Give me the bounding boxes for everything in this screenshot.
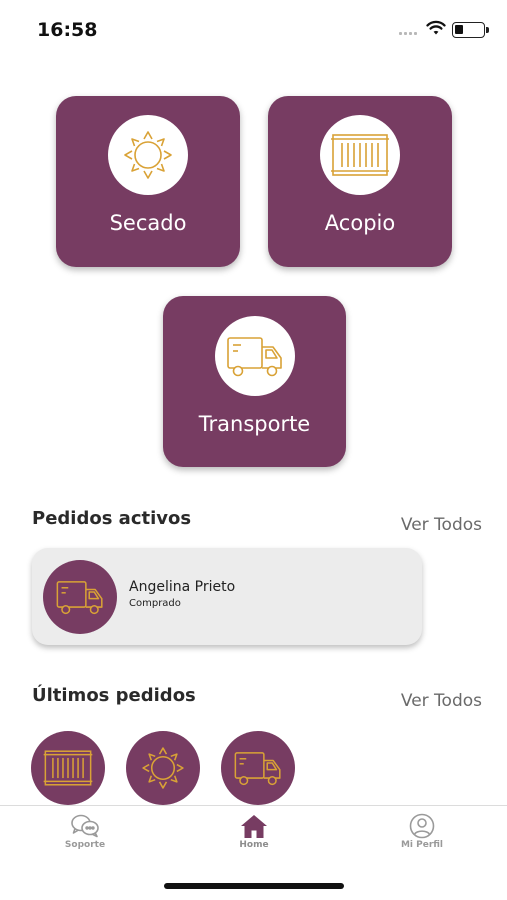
home-indicator: [164, 883, 344, 889]
service-label-acopio: Acopio: [324, 211, 396, 235]
recent-orders-title: Últimos pedidos: [32, 685, 196, 706]
container-icon: [320, 115, 400, 195]
active-orders-see-all-link[interactable]: Ver Todos: [401, 515, 482, 535]
status-bar: 16:58: [0, 0, 507, 60]
chat-bubbles-icon: [71, 814, 99, 838]
battery-icon: [452, 22, 489, 38]
wifi-icon: [426, 20, 446, 35]
recent-order-container[interactable]: [31, 731, 105, 805]
signal-icon: [399, 32, 417, 35]
service-tile-acopio[interactable]: Acopio: [268, 96, 452, 267]
truck-icon: [234, 752, 281, 786]
home-icon: [241, 815, 267, 838]
status-time: 16:58: [37, 19, 98, 41]
service-label-transporte: Transporte: [198, 412, 311, 436]
service-tile-secado[interactable]: Secado: [56, 96, 240, 267]
active-order-card[interactable]: Angelina Prieto Comprado: [32, 548, 422, 645]
tab-mi-perfil[interactable]: Mi Perfil: [367, 806, 477, 850]
service-label-secado: Secado: [109, 211, 187, 235]
tab-soporte[interactable]: Soporte: [30, 806, 140, 850]
user-circle-icon: [409, 813, 435, 839]
tab-label-mi-perfil: Mi Perfil: [400, 840, 444, 850]
order-status: Comprado: [129, 598, 181, 609]
tab-label-soporte: Soporte: [64, 840, 106, 850]
container-icon: [43, 750, 93, 786]
recent-orders-see-all-link[interactable]: Ver Todos: [401, 691, 482, 711]
recent-order-sun[interactable]: [126, 731, 200, 805]
truck-icon: [214, 316, 295, 396]
tab-label-home: Home: [239, 840, 269, 850]
sun-icon: [142, 747, 184, 789]
recent-order-truck[interactable]: [221, 731, 295, 805]
sun-icon: [108, 115, 188, 195]
truck-icon: [43, 560, 117, 634]
service-tile-transporte[interactable]: Transporte: [163, 296, 346, 467]
order-customer-name: Angelina Prieto: [129, 579, 236, 595]
tab-home[interactable]: Home: [199, 806, 309, 850]
active-orders-title: Pedidos activos: [32, 508, 192, 529]
